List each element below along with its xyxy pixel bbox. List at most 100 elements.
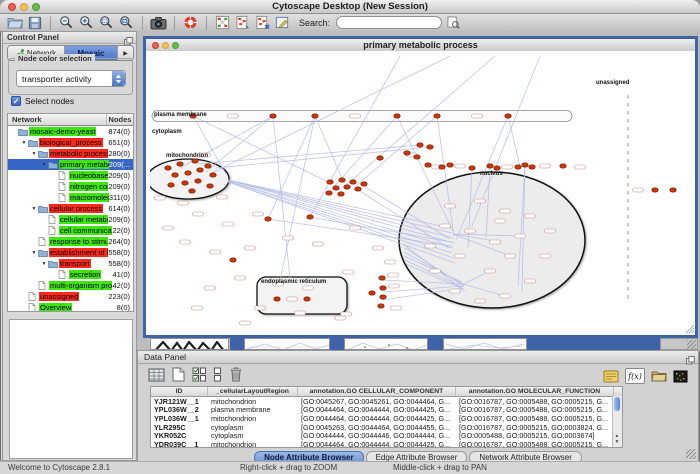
expand-triangle-icon[interactable]: ▼ <box>30 151 38 157</box>
destroy-network-view-icon[interactable] <box>254 15 271 31</box>
function-builder-icon[interactable]: f(x) <box>625 368 645 384</box>
graph-node[interactable] <box>380 286 386 290</box>
minimize-button[interactable] <box>162 42 169 49</box>
graph-node[interactable] <box>427 145 433 149</box>
graph-node[interactable] <box>414 155 420 159</box>
table-scrollbar[interactable]: ▲▼ <box>612 396 622 447</box>
canvas-resize-grip-icon[interactable] <box>686 325 694 333</box>
expand-triangle-icon[interactable]: ▼ <box>30 250 38 256</box>
table-row[interactable]: YKR052Ccytoplasm[GO:0044444, GO:0044446,… <box>151 431 622 440</box>
graph-node[interactable] <box>307 215 313 219</box>
unselect-attributes-icon[interactable] <box>213 367 222 382</box>
zoom-button[interactable] <box>32 3 40 11</box>
tree-row[interactable]: secretion41(0) <box>8 269 133 280</box>
close-button[interactable] <box>8 3 16 11</box>
tree-row[interactable]: nucleobase-209(0) <box>8 170 133 181</box>
zoom-out-icon[interactable] <box>58 15 75 31</box>
graph-node[interactable] <box>205 164 211 168</box>
attribute-table-header[interactable]: ID_cellularLayoutRegionannotation.GO CEL… <box>151 387 622 397</box>
zoom-fit-content-icon[interactable] <box>118 15 135 31</box>
network-canvas[interactable] <box>146 51 695 335</box>
graph-node[interactable] <box>197 168 203 172</box>
resize-grip-icon[interactable] <box>687 340 696 349</box>
tree-row[interactable]: macromolecule311(0) <box>8 192 133 203</box>
graph-node[interactable] <box>168 183 174 187</box>
graph-node[interactable] <box>404 151 410 155</box>
graph-node[interactable] <box>394 114 400 118</box>
table-column-header[interactable]: _cellularLayoutRegion <box>208 387 298 396</box>
graph-node[interactable] <box>172 173 178 177</box>
graph-node[interactable] <box>378 304 384 308</box>
tree-row[interactable]: nitrogen compo209(0) <box>8 181 133 192</box>
birdseye-view[interactable] <box>9 319 133 459</box>
graph-node[interactable] <box>165 166 171 170</box>
graph-node[interactable] <box>189 189 195 193</box>
tree-row[interactable]: cell communicat22(0) <box>8 225 133 236</box>
expand-triangle-icon[interactable]: ▼ <box>40 261 48 267</box>
tree-row[interactable]: Overview8(0) <box>8 302 133 312</box>
graph-node[interactable] <box>379 276 385 280</box>
minimize-button[interactable] <box>20 3 28 11</box>
graph-node[interactable] <box>355 187 361 191</box>
zoom-in-icon[interactable] <box>78 15 95 31</box>
graph-node[interactable] <box>487 164 493 168</box>
graph-node[interactable] <box>447 163 453 167</box>
table-column-header[interactable]: ID <box>151 387 208 396</box>
graph-node[interactable] <box>417 143 423 147</box>
graph-node[interactable] <box>274 297 280 301</box>
apply-layout-icon[interactable] <box>214 15 231 31</box>
graph-node[interactable] <box>270 114 276 118</box>
advanced-search-icon[interactable] <box>445 15 462 31</box>
export-snapshot-icon[interactable] <box>150 15 167 31</box>
graph-node[interactable] <box>207 184 213 188</box>
tree-row[interactable]: ▼transport558(0) <box>8 258 133 269</box>
tree-row[interactable]: cellular metabo209(0) <box>8 214 133 225</box>
graph-node[interactable] <box>192 159 198 163</box>
close-button[interactable] <box>152 42 159 49</box>
graph-node[interactable] <box>210 173 216 177</box>
zoom-button[interactable] <box>172 42 179 49</box>
matrix-icon[interactable] <box>673 370 688 383</box>
node-color-dropdown[interactable]: transporter activity <box>16 70 126 87</box>
help-icon[interactable] <box>182 15 199 31</box>
import-attributes-folder-icon[interactable] <box>651 370 667 382</box>
table-row[interactable]: YLR295Ccytoplasm[GO:0045263, GO:0044464,… <box>151 423 622 432</box>
graph-node[interactable] <box>333 186 339 190</box>
graph-node[interactable] <box>529 165 535 169</box>
graph-node[interactable] <box>494 166 500 170</box>
table-column-header[interactable]: annotation.GO CELLULAR_COMPONENT <box>298 387 456 396</box>
graph-node[interactable] <box>425 163 431 167</box>
label-note-icon[interactable] <box>603 370 619 383</box>
graph-node[interactable] <box>327 180 333 184</box>
graph-node[interactable] <box>515 165 521 169</box>
scrollbar-arrows-icon[interactable]: ▲▼ <box>613 433 621 447</box>
graph-node[interactable] <box>380 295 386 299</box>
graph-node[interactable] <box>182 181 188 185</box>
attribute-table[interactable]: ID_cellularLayoutRegionannotation.GO CEL… <box>150 386 623 448</box>
tree-row[interactable]: ▼metabolic process280(0) <box>8 148 133 159</box>
graph-node[interactable] <box>338 192 344 196</box>
graph-node[interactable] <box>326 191 332 195</box>
graph-node[interactable] <box>350 180 356 184</box>
tree-row[interactable]: response to stimul264(0) <box>8 236 133 247</box>
search-input[interactable] <box>336 16 442 29</box>
resize-grip-icon[interactable] <box>686 449 696 459</box>
graph-node[interactable] <box>304 297 310 301</box>
expand-triangle-icon[interactable]: ▼ <box>40 162 48 168</box>
tree-row[interactable]: multi-organism pro42(0) <box>8 280 133 291</box>
create-network-view-icon[interactable] <box>234 15 251 31</box>
table-row[interactable]: YPL036W__2plasma membrane[GO:0044464, GO… <box>151 406 622 415</box>
table-column-header[interactable]: annotation.GO MOLECULAR_FUNCTION <box>456 387 614 396</box>
delete-attribute-icon[interactable] <box>229 366 243 382</box>
graph-node[interactable] <box>230 258 236 262</box>
tree-row[interactable]: mosaic-demo-yeast874(0) <box>8 126 133 137</box>
table-row[interactable]: YDR039C__1mitochondrion[GO:0044464, GO:0… <box>151 440 622 448</box>
graph-node[interactable] <box>505 114 511 118</box>
scrollbar-thumb[interactable] <box>614 397 620 411</box>
graph-node[interactable] <box>652 188 658 192</box>
tree-row[interactable]: ▼primary metabo209(... <box>8 159 133 170</box>
graph-node[interactable] <box>195 179 201 183</box>
graph-node[interactable] <box>522 163 528 167</box>
select-attributes-icon[interactable] <box>192 367 206 382</box>
graph-node[interactable] <box>265 217 271 221</box>
